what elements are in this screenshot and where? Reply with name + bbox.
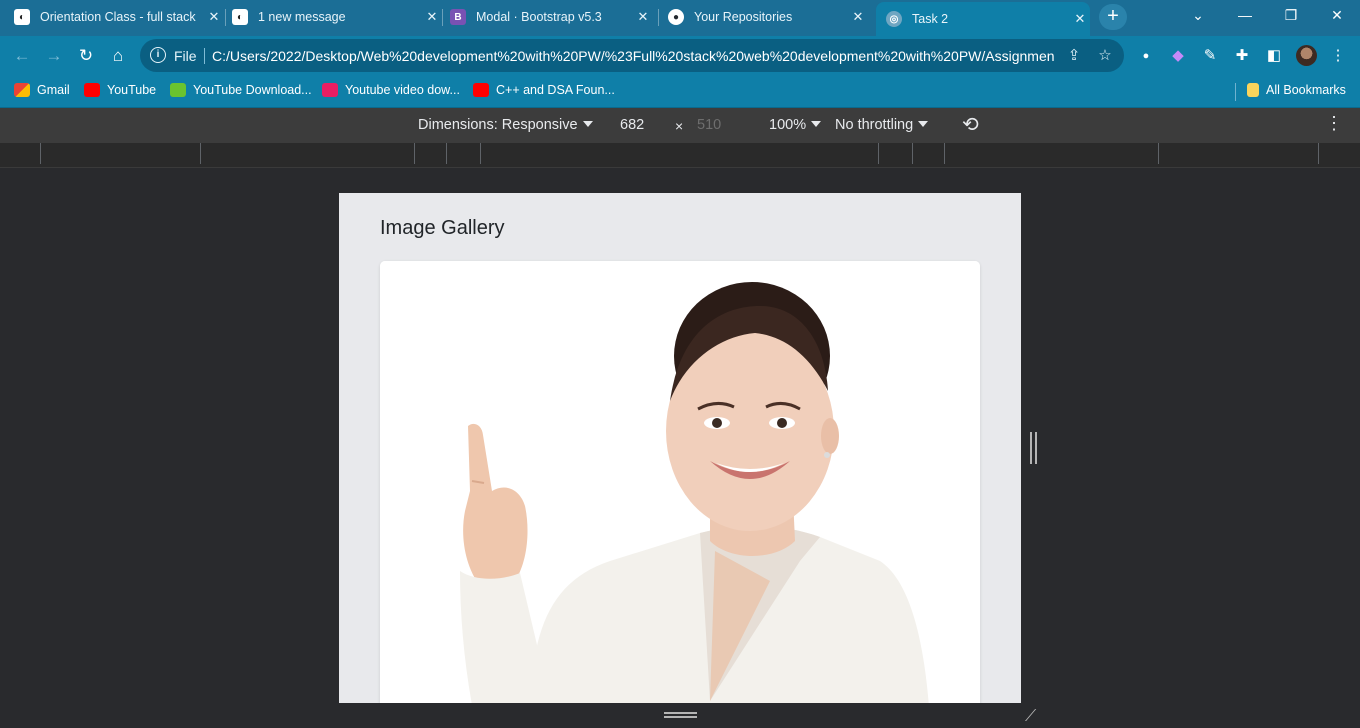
address-bar[interactable]: i File C:/Users/2022/Desktop/Web%20devel… (140, 39, 1124, 72)
profile-avatar[interactable] (1296, 45, 1317, 66)
close-tab-icon[interactable]: ✕ (848, 9, 868, 25)
throttling-dropdown[interactable]: No throttling (835, 117, 929, 133)
minimize-icon[interactable]: — (1225, 0, 1265, 30)
gmail-icon (14, 83, 30, 97)
tab-title: Your Repositories (694, 10, 793, 24)
tab-orientation-class[interactable]: ◐ Orientation Class - full stack ✕ (14, 0, 224, 34)
bookmark-youtube[interactable]: YouTube (84, 83, 156, 97)
back-icon[interactable]: ← (10, 44, 34, 68)
close-tab-icon[interactable]: ✕ (422, 9, 442, 25)
youtube-icon (473, 83, 489, 97)
bookmark-label: Youtube video dow... (345, 83, 460, 97)
all-bookmarks-button[interactable]: All Bookmarks (1247, 83, 1346, 97)
new-tab-button[interactable]: + (1099, 4, 1127, 30)
tab-title: Modal · Bootstrap v5.3 (476, 10, 602, 24)
home-icon[interactable]: ⌂ (106, 44, 130, 68)
bookmark-youtube-video-dow[interactable]: Youtube video dow... (322, 83, 460, 97)
forward-icon[interactable]: → (42, 44, 66, 68)
youtube-icon (84, 83, 100, 97)
pw-favicon-icon: ◐ (232, 9, 248, 25)
tab-search-icon[interactable]: ⌄ (1178, 0, 1218, 30)
site-info-icon[interactable]: i (150, 47, 166, 63)
scheme-label: File (174, 48, 197, 64)
close-tab-icon[interactable]: ✕ (633, 9, 653, 25)
bootstrap-favicon-icon: B (450, 9, 466, 25)
bookmark-label: YouTube Download... (193, 83, 312, 97)
emulated-viewport: Image Gallery (339, 193, 1021, 703)
caret-down-icon (918, 121, 929, 127)
bookmark-label: Gmail (37, 83, 70, 97)
tab-task-2[interactable]: ◎ Task 2 ✕ (876, 2, 1090, 36)
bookmark-youtube-download[interactable]: YouTube Download... (170, 83, 312, 97)
folder-icon (1247, 83, 1259, 97)
share-icon[interactable]: ⇪ (1064, 46, 1084, 66)
media-query-ruler (0, 143, 1360, 168)
browser-toolbar: ← → ↻ ⌂ i File C:/Users/2022/Desktop/Web… (0, 36, 1360, 76)
u-logo-icon (322, 83, 338, 97)
restore-icon[interactable]: ❐ (1271, 0, 1311, 30)
tab-title: Task 2 (912, 12, 949, 26)
bookmark-gmail[interactable]: Gmail (14, 83, 70, 97)
side-panel-icon[interactable]: ◧ (1264, 46, 1284, 66)
github-favicon-icon: ● (668, 9, 684, 25)
viewport-resize-bottom-handle[interactable] (664, 712, 697, 718)
extensions-puzzle-icon[interactable]: ✚ (1232, 46, 1252, 66)
tab-strip: ◐ Orientation Class - full stack ✕ ◐ 1 n… (0, 0, 1360, 36)
extension-purple-icon[interactable]: ◆ (1168, 46, 1188, 66)
pw-favicon-icon: ◐ (14, 9, 30, 25)
caret-down-icon (811, 121, 822, 127)
url-text[interactable]: C:/Users/2022/Desktop/Web%20development%… (212, 48, 1054, 64)
height-input[interactable]: 510 (697, 117, 721, 133)
device-toolbar: Dimensions: Responsive 682 × 510 100% No… (0, 108, 1360, 143)
dimensions-dropdown[interactable]: Dimensions: Responsive (418, 117, 593, 133)
width-input[interactable]: 682 (620, 117, 644, 133)
tab-new-message[interactable]: ◐ 1 new message ✕ (232, 0, 442, 34)
extension-icon[interactable]: ● (1136, 46, 1156, 66)
bookmark-label: All Bookmarks (1266, 83, 1346, 97)
bookmark-label: YouTube (107, 83, 157, 97)
bookmark-label: C++ and DSA Foun... (496, 83, 615, 97)
page-title: Image Gallery (380, 217, 505, 239)
close-tab-icon[interactable]: ✕ (1070, 11, 1090, 27)
viewport-resize-corner-icon[interactable]: ⟋ (1025, 708, 1043, 726)
caret-down-icon (582, 121, 593, 127)
tab-your-repositories[interactable]: ● Your Repositories ✕ (668, 0, 868, 34)
bookmark-star-icon[interactable]: ☆ (1095, 46, 1115, 66)
tab-title: Orientation Class - full stack (40, 10, 196, 24)
menu-kebab-icon[interactable]: ⋮ (1328, 46, 1348, 66)
zoom-dropdown[interactable]: 100% (769, 117, 822, 133)
globe-favicon-icon: ◎ (886, 11, 902, 27)
close-window-icon[interactable]: ✕ (1317, 0, 1357, 30)
gallery-image-card[interactable] (380, 261, 980, 703)
rotate-icon[interactable]: ⟲ (962, 112, 979, 137)
viewport-resize-right-handle[interactable] (1030, 432, 1037, 464)
bookmark-cpp-dsa[interactable]: C++ and DSA Foun... (473, 83, 615, 97)
more-options-icon[interactable]: ⋮ (1325, 113, 1343, 134)
close-tab-icon[interactable]: ✕ (204, 9, 224, 25)
times-icon: × (675, 118, 684, 134)
reload-icon[interactable]: ↻ (74, 44, 98, 68)
woman-pointing-photo (380, 261, 980, 703)
eyedropper-icon[interactable]: ✎ (1200, 46, 1220, 66)
download-arrow-icon (170, 83, 186, 97)
bookmarks-bar: Gmail YouTube YouTube Download... Youtub… (0, 76, 1360, 108)
tab-title: 1 new message (258, 10, 346, 24)
